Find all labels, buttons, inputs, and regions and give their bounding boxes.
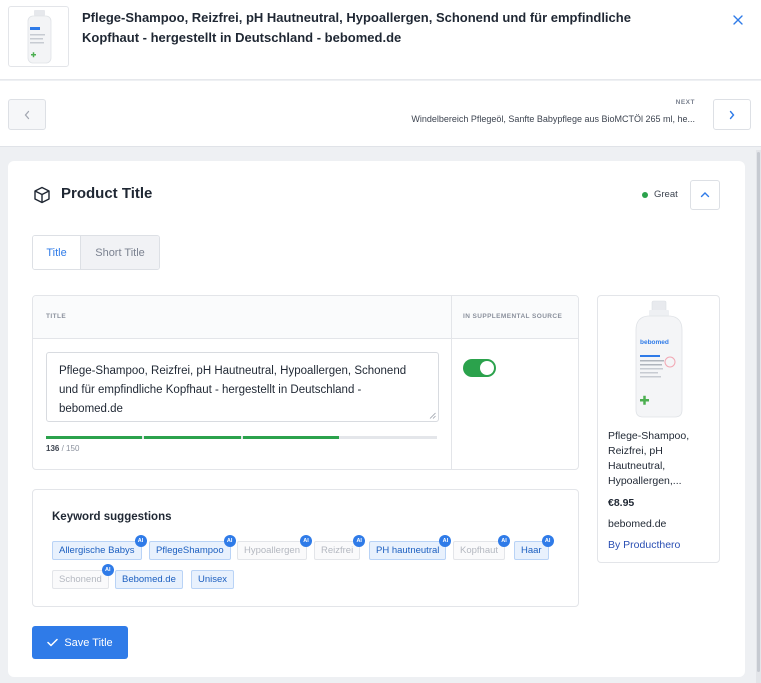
keyword-chip-label: PH hautneutral	[376, 545, 440, 556]
preview-title: Pflege-Shampoo, Reizfrei, pH Hautneutral…	[608, 430, 690, 487]
progress-segment	[144, 436, 241, 439]
ai-badge: AI	[541, 535, 554, 547]
next-product-title[interactable]: Windelbereich Pflegeöl, Sanfte Babypfleg…	[411, 114, 695, 124]
scrollbar-thumb[interactable]	[757, 152, 760, 672]
keyword-chip[interactable]: Schonend AI	[52, 564, 114, 589]
next-product-button[interactable]	[713, 99, 751, 130]
keyword-chip-label: PflegeShampoo	[156, 545, 224, 556]
column-header-supplemental: IN SUPPLEMENTAL SOURCE	[463, 313, 563, 320]
collapse-section-button[interactable]	[690, 180, 720, 210]
character-count: 136 / 150	[46, 444, 79, 453]
column-divider	[451, 296, 452, 469]
box-icon	[34, 186, 50, 204]
title-textarea-value: Pflege-Shampoo, Reizfrei, pH Hautneutral…	[59, 365, 407, 415]
character-count-max: / 150	[61, 444, 80, 453]
keyword-chip[interactable]: Hypoallergen AI	[237, 535, 312, 560]
product-thumbnail	[8, 6, 69, 67]
keyword-chip[interactable]: Allergische Babys AI	[52, 535, 147, 560]
ai-badge: AI	[439, 535, 452, 547]
preview-store: bebomed.de	[608, 518, 667, 530]
character-count-current: 136	[46, 444, 60, 453]
next-label: NEXT	[675, 99, 695, 106]
progress-segment	[341, 436, 437, 439]
product-header: Pflege-Shampoo, Reizfrei, pH Hautneutral…	[0, 0, 761, 80]
ai-badge: AI	[101, 564, 114, 576]
supplemental-source-toggle[interactable]	[463, 359, 496, 377]
keyword-suggestions-panel: Keyword suggestions Allergische Babys AI P…	[32, 489, 579, 607]
keyword-chip-label: Kopfhaut	[460, 545, 499, 556]
keyword-chip[interactable]: Unisex	[191, 570, 235, 589]
check-icon	[47, 638, 59, 647]
close-icon	[733, 15, 743, 25]
title-tabs: Title Short Title	[32, 235, 160, 270]
chevron-left-icon	[24, 110, 30, 119]
status-badge: Great	[654, 189, 678, 200]
progress-segment	[242, 436, 339, 439]
progress-segment	[46, 436, 143, 439]
character-count-progress	[46, 436, 437, 439]
previous-product-button[interactable]	[8, 99, 46, 130]
column-header-title: TITLE	[46, 313, 67, 320]
product-title-heading: Pflege-Shampoo, Reizfrei, pH Hautneutral…	[82, 10, 631, 45]
keyword-chip[interactable]: PflegeShampoo AI	[149, 535, 236, 560]
close-button[interactable]	[728, 10, 748, 30]
bottle-label: bebomed	[640, 339, 669, 346]
product-preview-card: bebomed Pflege-Shampoo, Reizfrei, pH Hau…	[597, 295, 720, 563]
title-textarea[interactable]: Pflege-Shampoo, Reizfrei, pH Hautneutral…	[46, 352, 439, 422]
section-title: Product Title	[61, 185, 153, 202]
chevron-right-icon	[729, 110, 735, 119]
status-dot	[642, 192, 648, 198]
keyword-chip-label: Schonend	[59, 574, 102, 585]
product-pager: NEXT Windelbereich Pflegeöl, Sanfte Baby…	[0, 81, 761, 147]
keyword-chip-label: Hypoallergen	[244, 545, 300, 556]
ai-badge: AI	[299, 535, 312, 547]
keyword-chip-label: Bebomed.de	[122, 574, 176, 585]
preview-producthero-link[interactable]: By Producthero	[608, 539, 680, 551]
toggle-knob	[480, 361, 494, 375]
preview-price: €8.95	[608, 497, 635, 509]
chevron-up-icon	[700, 192, 710, 198]
tab-title[interactable]: Title	[33, 236, 81, 269]
save-title-button[interactable]: Save Title	[32, 626, 128, 659]
keyword-chip[interactable]: Reizfrei AI	[314, 535, 366, 560]
ai-badge: AI	[353, 535, 366, 547]
keyword-chip-label: Haar	[521, 545, 542, 556]
save-title-label: Save Title	[64, 636, 113, 649]
ai-badge: AI	[498, 535, 511, 547]
ai-badge: AI	[134, 535, 147, 547]
keyword-chip[interactable]: Haar AI	[514, 535, 554, 560]
keyword-chip-label: Unisex	[198, 574, 228, 585]
shampoo-bottle-image	[27, 10, 52, 64]
shampoo-bottle-image: bebomed	[635, 300, 683, 418]
ai-badge: AI	[223, 535, 236, 547]
tab-short-title[interactable]: Short Title	[81, 236, 159, 269]
keyword-chip-label: Reizfrei	[321, 545, 354, 556]
keyword-chip[interactable]: Kopfhaut AI	[453, 535, 511, 560]
keyword-chip[interactable]: Bebomed.de	[115, 570, 183, 589]
title-table: TITLE IN SUPPLEMENTAL SOURCE Pflege-Sham…	[32, 295, 579, 470]
keyword-chip-label: Allergische Babys	[59, 545, 135, 556]
resize-handle-icon[interactable]	[429, 412, 436, 419]
keyword-suggestions-title: Keyword suggestions	[52, 511, 172, 523]
keyword-chip[interactable]: PH hautneutral AI	[369, 535, 452, 560]
